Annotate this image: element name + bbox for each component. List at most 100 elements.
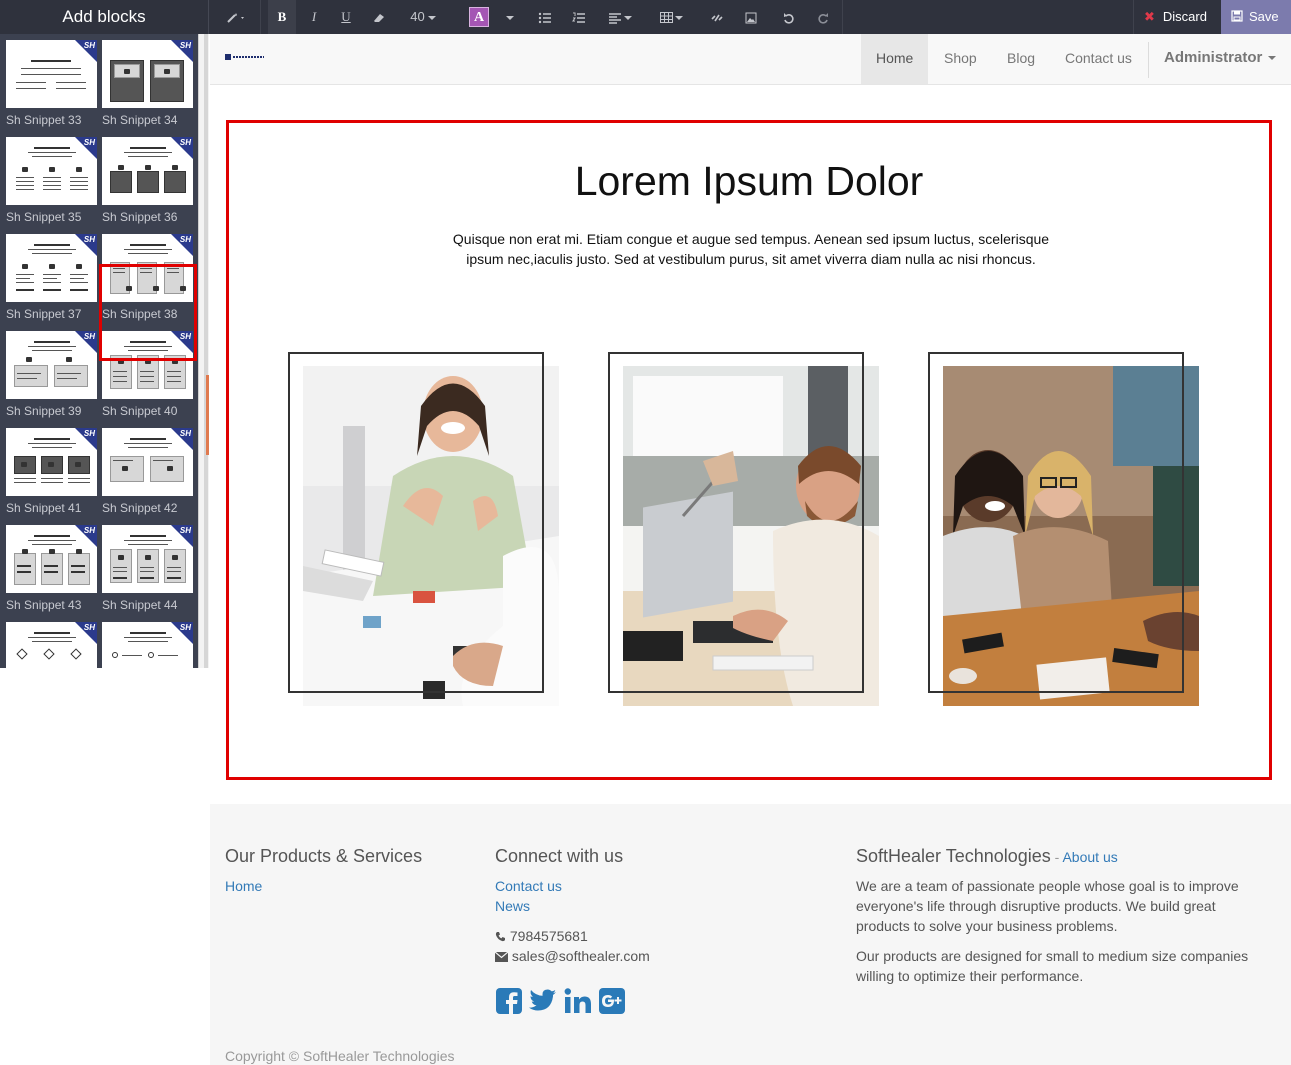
snippet-preview: SH — [102, 428, 193, 496]
nav-shop[interactable]: Shop — [929, 34, 992, 84]
sidebar-scrollbar-thumb[interactable] — [206, 375, 209, 455]
sh-badge-text: SH — [179, 429, 191, 438]
snippet-preview: SH — [102, 40, 193, 108]
sh-badge-text: SH — [83, 41, 95, 50]
snippet-label: Sh Snippet 39 — [6, 404, 82, 418]
bold-button[interactable]: B — [268, 0, 296, 34]
linkedin-icon[interactable] — [564, 987, 592, 1015]
save-label: Save — [1249, 9, 1279, 24]
italic-button[interactable]: I — [300, 0, 328, 34]
font-size-dropdown[interactable]: 40 — [406, 0, 440, 34]
footer-link-about-us[interactable]: About us — [1062, 849, 1117, 865]
photo-frame-1 — [288, 352, 544, 693]
underline-button[interactable]: U — [332, 0, 360, 34]
undo-button[interactable] — [776, 0, 802, 34]
footer-phone[interactable]: 7984575681 — [495, 926, 588, 946]
user-name: Administrator — [1164, 49, 1263, 66]
sh-badge-text: SH — [83, 526, 95, 535]
save-button[interactable]: Save — [1221, 0, 1291, 34]
google-plus-icon[interactable] — [598, 987, 626, 1015]
snippet-label: Sh Snippet 33 — [6, 113, 82, 127]
snippet-thumbnail[interactable]: SH Sh Snippet 36 — [102, 137, 193, 229]
footer-copyright: Copyright © SoftHealer Technologies — [225, 1048, 455, 1064]
phone-icon — [495, 932, 505, 942]
align-dropdown[interactable] — [604, 0, 636, 34]
numbered-list-button[interactable] — [566, 0, 592, 34]
email-address: sales@softhealer.com — [511, 948, 650, 964]
snippet-thumbnail[interactable]: SH — [6, 622, 97, 668]
logo-icon — [225, 54, 264, 60]
snippet-label: Sh Snippet 34 — [102, 113, 178, 127]
image-button[interactable] — [738, 0, 764, 34]
sh-badge-text: SH — [179, 526, 191, 535]
site-logo[interactable] — [225, 54, 265, 62]
style-dropdown[interactable] — [222, 0, 254, 34]
footer-about-paragraph-2: Our products are designed for small to m… — [856, 948, 1249, 984]
eraser-icon — [374, 13, 384, 22]
photo-frame-3 — [928, 352, 1184, 693]
snippet-thumbnail[interactable]: SH Sh Snippet 34 — [102, 40, 193, 132]
floppy-icon — [1231, 10, 1243, 22]
user-menu[interactable]: Administrator — [1164, 34, 1277, 84]
snippet-label: Sh Snippet 42 — [102, 501, 178, 515]
footer-connect-title: Connect with us — [495, 846, 624, 866]
eraser-button[interactable] — [364, 0, 394, 34]
snippets-panel: SH Sh Snippet 33 SH Sh Snippet 34 SH Sh Snipp… — [0, 34, 209, 668]
website-navbar: Home Shop Blog Contact us Administrator — [210, 34, 1291, 85]
snippet-thumbnail[interactable]: SH — [102, 622, 193, 668]
footer-link-news[interactable]: News — [495, 898, 530, 914]
snippet-thumbnail[interactable]: SH Sh Snippet 42 — [102, 428, 193, 520]
snippet-label: Sh Snippet 36 — [102, 210, 178, 224]
snippet-label: Sh Snippet 37 — [6, 307, 82, 321]
footer-link-contact-us[interactable]: Contact us — [495, 878, 562, 894]
snippet-label: Sh Snippet 40 — [102, 404, 178, 418]
section-title[interactable]: Lorem Ipsum Dolor — [226, 158, 1272, 205]
twitter-icon[interactable] — [529, 988, 557, 1014]
snippet-thumbnail[interactable]: SH Sh Snippet 39 — [6, 331, 97, 423]
text-color-dropdown[interactable] — [500, 0, 520, 34]
snippet-thumbnail[interactable]: SH Sh Snippet 37 — [6, 234, 97, 326]
redo-button[interactable] — [810, 0, 836, 34]
snippet-preview: SH — [102, 525, 193, 593]
company-name: SoftHealer Technologies — [856, 846, 1051, 866]
table-dropdown[interactable] — [656, 0, 686, 34]
snippet-thumbnail[interactable]: SH Sh Snippet 44 — [102, 525, 193, 617]
discard-button[interactable]: ✖ Discard — [1133, 0, 1221, 34]
facebook-icon[interactable] — [495, 987, 523, 1015]
snippet-thumbnail[interactable]: SH Sh Snippet 41 — [6, 428, 97, 520]
footer-email[interactable]: sales@softhealer.com — [494, 946, 650, 966]
selected-snippet-outline — [99, 264, 197, 361]
nav-contact-us[interactable]: Contact us — [1050, 34, 1147, 84]
nav-home[interactable]: Home — [861, 34, 929, 84]
snippet-thumbnail[interactable]: SH Sh Snippet 43 — [6, 525, 97, 617]
sidebar-scrollbar-track — [204, 34, 208, 668]
snippet-thumbnail[interactable]: SH Sh Snippet 33 — [6, 40, 97, 132]
bullet-list-icon — [538, 12, 551, 23]
sh-badge-text: SH — [83, 623, 95, 632]
sh-badge-text: SH — [179, 138, 191, 147]
snippet-label: Sh Snippet 43 — [6, 598, 82, 612]
bullet-list-button[interactable] — [532, 0, 558, 34]
snippet-label: Sh Snippet 41 — [6, 501, 82, 515]
add-blocks-title: Add blocks — [0, 0, 209, 34]
snippet-preview: SH — [102, 137, 193, 205]
link-button[interactable] — [704, 0, 730, 34]
text-color-button[interactable]: A — [466, 0, 492, 34]
snippet-preview: SH — [6, 428, 97, 496]
nav-divider — [1148, 42, 1149, 78]
redo-icon — [818, 12, 828, 24]
section-description[interactable]: Quisque non erat mi. Etiam congue et aug… — [436, 229, 1066, 269]
snippet-preview: SH — [6, 622, 97, 668]
text-color-icon: A — [469, 7, 489, 27]
snippet-thumbnail[interactable]: SH Sh Snippet 35 — [6, 137, 97, 229]
snippet-label: Sh Snippet 35 — [6, 210, 82, 224]
undo-icon — [784, 12, 794, 24]
snippet-preview: SH — [6, 137, 97, 205]
snippet-preview: SH — [6, 234, 97, 302]
sh-badge-text: SH — [179, 623, 191, 632]
site-footer: Our Products & Services Home Connect wit… — [210, 804, 1291, 1065]
sh-badge-text: SH — [83, 429, 95, 438]
nav-blog[interactable]: Blog — [992, 34, 1050, 84]
footer-link-home[interactable]: Home — [225, 878, 262, 894]
footer-company-title: SoftHealer Technologies - About us — [856, 846, 1118, 867]
